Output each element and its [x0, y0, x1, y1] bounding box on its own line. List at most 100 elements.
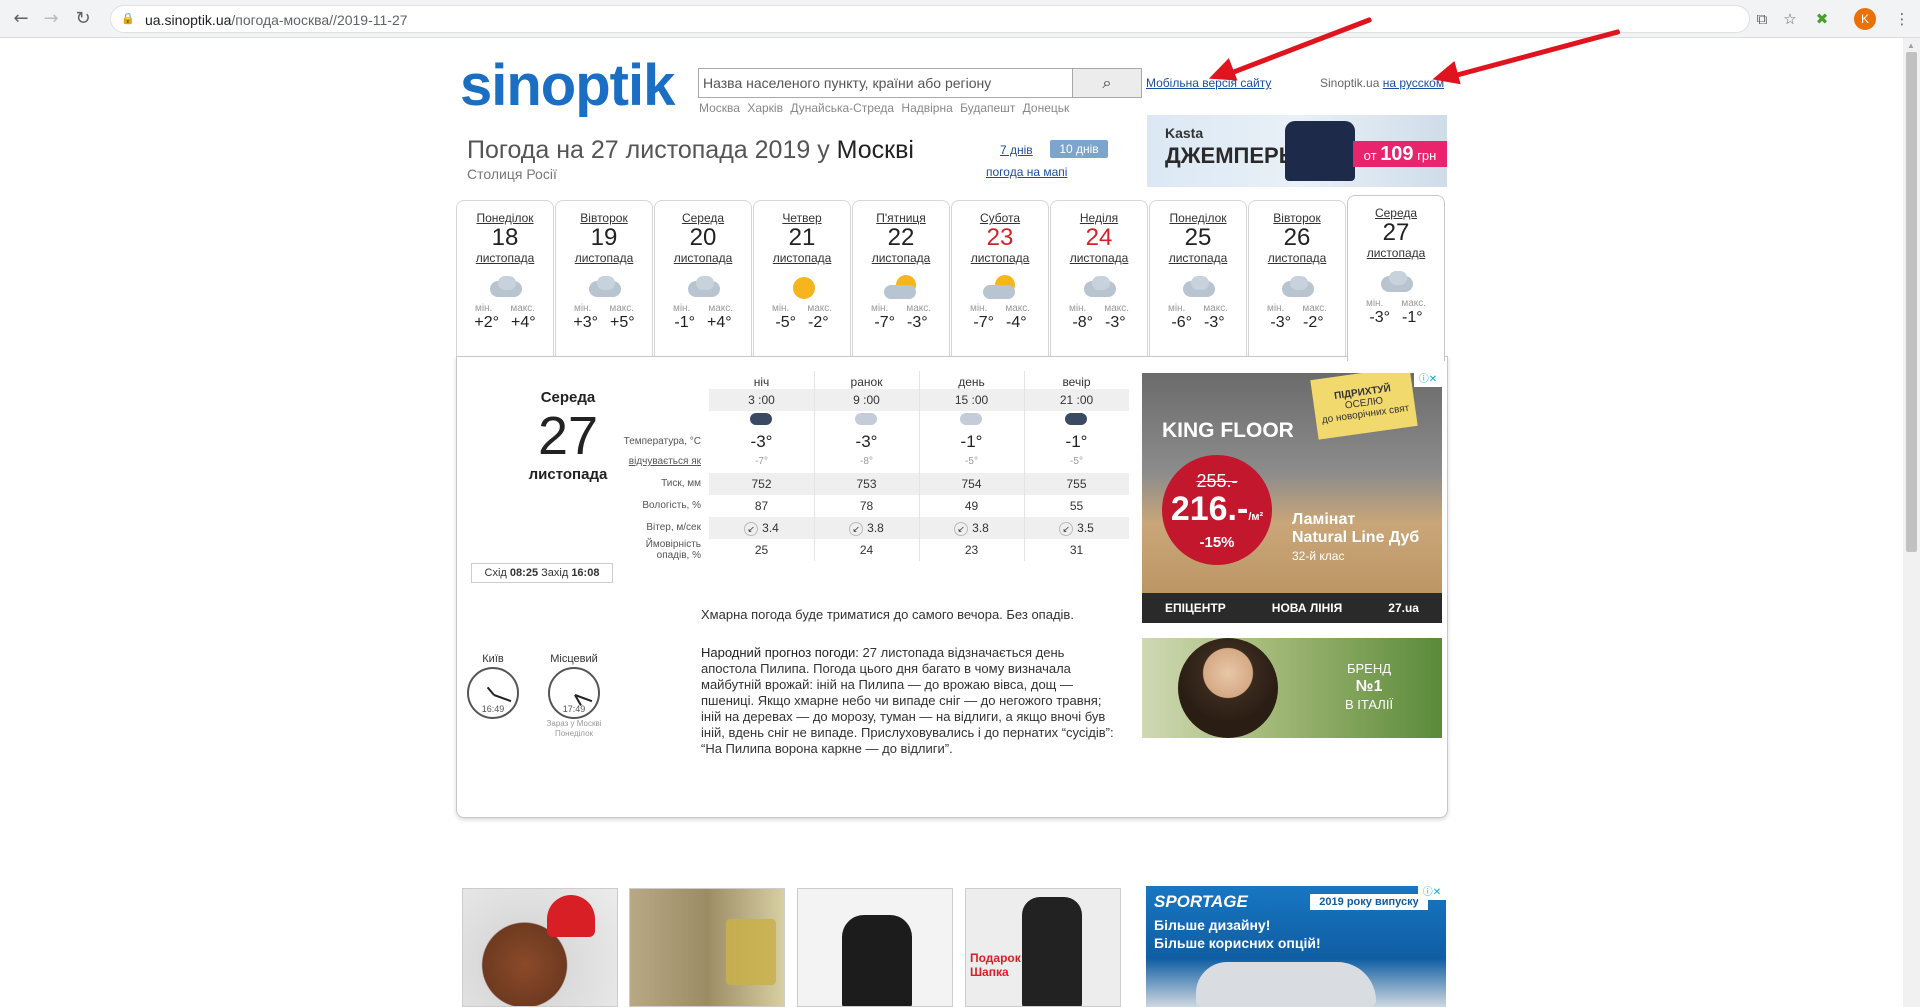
search-button[interactable]: ⌕ — [1072, 68, 1142, 98]
banner-price: от 109 грн — [1353, 141, 1447, 167]
max-temp: -3° — [1204, 314, 1225, 331]
teaser-flax-seeds[interactable] — [462, 888, 618, 1007]
day-name[interactable]: Четвер — [754, 211, 850, 225]
brand-ad[interactable]: БРЕНД №1 В ІТАЛІЇ — [1142, 638, 1442, 738]
days7-link[interactable]: 7 днів — [1000, 143, 1033, 157]
table-cell: -3° — [750, 432, 773, 451]
table-cell: 9 :00 — [853, 393, 880, 407]
heart-icon — [547, 895, 595, 937]
sportage-text: Більше дизайну! Більше корисних опцій! — [1154, 917, 1321, 951]
sun-icon — [783, 275, 821, 301]
sportage-year: 2019 року випуску — [1310, 894, 1428, 910]
table-cell: -1° — [1065, 432, 1088, 451]
ad-product: Ламінат Natural Line Дуб — [1292, 511, 1420, 546]
table-cell: 15 :00 — [954, 393, 989, 407]
banner-product: ДЖЕМПЕРЫ — [1165, 143, 1301, 168]
clock-kyiv: Київ 16:49 — [463, 653, 523, 719]
translate-icon[interactable]: ⧉ — [1752, 9, 1772, 29]
jacket-image — [842, 915, 912, 1006]
ad-close-icon[interactable]: ⓘ✕ — [1414, 373, 1442, 387]
day-tab[interactable]: Вівторок 26 листопада мін. макс. -3° -2° — [1248, 200, 1346, 356]
table-cell: 3 :00 — [748, 393, 775, 407]
day-tab[interactable]: Неділя 24 листопада мін. макс. -8° -3° — [1050, 200, 1148, 356]
min-temp: -1° — [674, 314, 695, 331]
scroll-up-icon[interactable]: ▲ — [1907, 41, 1915, 50]
table-cell: -5° — [965, 456, 978, 467]
quick-city-link[interactable]: Москва — [699, 101, 740, 115]
day-tab[interactable]: П'ятниця 22 листопада мін. макс. -7° -3° — [852, 200, 950, 356]
days10-tab[interactable]: 10 днів — [1050, 140, 1108, 158]
profile-avatar[interactable]: K — [1854, 8, 1876, 30]
kingfloor-ad[interactable]: KING FLOOR ПІДРИХТУЙ ОСЕЛЮ до новорічних с… — [1142, 373, 1442, 623]
language-switch: Sinoptik.ua на русском — [1320, 76, 1445, 90]
site-logo[interactable]: sinoptik — [460, 52, 675, 119]
bookmark-star-icon[interactable]: ☆ — [1780, 9, 1800, 29]
teaser-herbs[interactable] — [629, 888, 785, 1007]
search-input[interactable] — [703, 72, 1073, 94]
day-tab[interactable]: Четвер 21 листопада мін. макс. -5° -2° — [753, 200, 851, 356]
quick-city-link[interactable]: Харків — [747, 101, 783, 115]
min-temp: -7° — [973, 314, 994, 331]
min-temp: +2° — [474, 314, 499, 331]
minmax-labels: мін. макс. — [771, 303, 833, 314]
menu-icon[interactable]: ⋮ — [1892, 9, 1912, 29]
back-icon[interactable]: ← — [10, 8, 32, 30]
day-tab[interactable]: Понеділок 18 листопада мін. макс. +2° +4° — [456, 200, 554, 356]
cloud-icon — [1377, 270, 1415, 296]
url-text[interactable]: ua.sinoptik.ua/погода-москва//2019-11-27 — [145, 12, 408, 28]
quick-city-link[interactable]: Донецьк — [1023, 101, 1070, 115]
table-cell: -5° — [1070, 456, 1083, 467]
day-name[interactable]: Вівторок — [556, 211, 652, 225]
reload-icon[interactable]: ↻ — [72, 8, 94, 30]
day-name[interactable]: П'ятниця — [853, 211, 949, 225]
table-cell: 24 — [859, 543, 874, 557]
max-temp: -3° — [907, 314, 928, 331]
day-tab[interactable]: Середа 27 листопада мін. макс. -3° -1° — [1347, 195, 1445, 361]
day-name[interactable]: Неділя — [1051, 211, 1147, 225]
day-tab[interactable]: Субота 23 листопада мін. макс. -7° -4° — [951, 200, 1049, 356]
day-tab[interactable]: Вівторок 19 листопада мін. макс. +3° +5° — [555, 200, 653, 356]
page-title: Погода на 27 листопада 2019 у Москві — [467, 136, 914, 164]
scrollbar-thumb[interactable] — [1906, 52, 1917, 552]
day-name[interactable]: Понеділок — [457, 211, 553, 225]
minmax-temps: +2° +4° — [457, 314, 553, 332]
minmax-labels: мін. макс. — [969, 303, 1031, 314]
quick-city-link[interactable]: Будапешт — [960, 101, 1015, 115]
forward-icon[interactable]: → — [40, 8, 62, 30]
row-label: Вітер, м/сек — [646, 522, 701, 533]
row-label: Ймовірність опадів, % — [645, 539, 701, 561]
cloud-icon — [486, 275, 524, 301]
min-temp: -3° — [1270, 314, 1291, 331]
table-cell: 23 — [964, 543, 979, 557]
sportage-ad[interactable]: SPORTAGE 2019 року випуску Більше дизайн… — [1146, 886, 1446, 1007]
day-name[interactable]: Середа — [655, 211, 751, 225]
extension-icon[interactable]: ✖ — [1812, 9, 1832, 29]
day-tab[interactable]: Середа 20 листопада мін. макс. -1° +4° — [654, 200, 752, 356]
day-name[interactable]: Субота — [952, 211, 1048, 225]
teaser-sportsuit[interactable]: Подарок Шапка — [965, 888, 1121, 1007]
table-cell: 755 — [1066, 477, 1087, 491]
day-name[interactable]: Понеділок — [1150, 211, 1246, 225]
ad-close-icon[interactable]: ⓘ✕ — [1418, 886, 1446, 900]
day-name[interactable]: Вівторок — [1249, 211, 1345, 225]
column-divider — [919, 371, 920, 561]
teaser-jacket[interactable] — [797, 888, 953, 1007]
max-temp: +4° — [706, 314, 732, 331]
table-cell: ↙ 3.8 — [919, 517, 1024, 539]
table-row: Вітер, м/сек ↙ 3.4 ↙ 3.8 ↙ 3.8 ↙ 3.5 — [601, 517, 1129, 539]
map-link[interactable]: погода на мапі — [986, 165, 1067, 179]
day-tab[interactable]: Понеділок 25 листопада мін. макс. -6° -3° — [1149, 200, 1247, 356]
address-bar[interactable]: 🔒 ua.sinoptik.ua/погода-москва//2019-11-… — [110, 5, 1750, 33]
day-name[interactable]: Середа — [1348, 206, 1444, 220]
quick-city-link[interactable]: Надвірна — [901, 101, 952, 115]
page-subtitle: Столиця Росії — [467, 166, 557, 182]
sportsuit-image — [1022, 897, 1082, 1006]
table-row: 3 :00 9 :00 15 :00 21 :00 — [601, 389, 1129, 411]
day-number: 18 — [491, 224, 519, 251]
day-number: 26 — [1283, 224, 1311, 251]
kasta-banner[interactable]: Kasta ДЖЕМПЕРЫ от 109 грн — [1147, 115, 1447, 187]
wind-direction-icon: ↙ — [849, 522, 864, 536]
scrollbar[interactable]: ▲ — [1903, 38, 1920, 1007]
day-month: листопада — [1069, 251, 1129, 265]
quick-city-link[interactable]: Дунайська-Стреда — [790, 101, 894, 115]
